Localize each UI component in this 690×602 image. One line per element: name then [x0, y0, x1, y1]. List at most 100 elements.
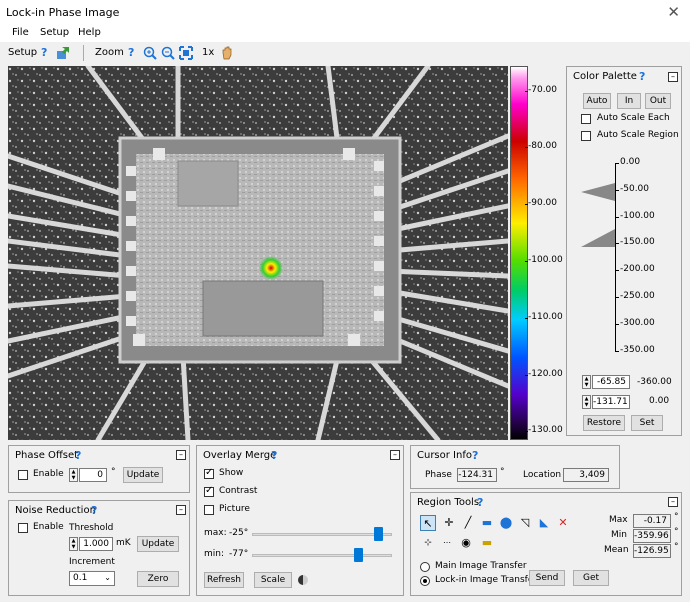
min-slider-thumb[interactable]	[354, 548, 364, 562]
region-min-label: Min	[611, 530, 627, 540]
lockin-transfer-radio[interactable]	[420, 576, 430, 586]
setup-label: Setup	[8, 47, 38, 58]
phase-offset-field[interactable]: 0	[79, 468, 107, 482]
measure-tool-icon[interactable]: ⋯	[439, 535, 455, 551]
phase-offset-enable-checkbox[interactable]	[18, 470, 28, 480]
profile-tool-icon[interactable]: ▬	[479, 535, 495, 551]
overlay-minimize-button[interactable]: –	[390, 450, 400, 460]
phase-image[interactable]	[8, 66, 508, 440]
setup-help-icon[interactable]: ?	[41, 46, 47, 59]
ellipse-tool-icon[interactable]: ⬤	[498, 515, 514, 531]
main-transfer-radio[interactable]	[420, 562, 430, 572]
location-label: Location	[523, 470, 562, 480]
transfer-icon[interactable]	[56, 46, 70, 60]
colorbar-tick: -90.00	[524, 198, 558, 208]
region-help-icon[interactable]: ?	[477, 496, 483, 509]
zero-button[interactable]: Zero	[137, 571, 179, 587]
palette-scale-tick: -300.00	[615, 318, 655, 328]
phase-offset-spinner[interactable]: ▲ ▼	[69, 468, 78, 482]
delete-region-icon[interactable]: ✕	[555, 515, 571, 531]
noise-update-button[interactable]: Update	[137, 536, 179, 552]
auto-scale-region-checkbox[interactable]	[581, 131, 591, 141]
upper-value-spinner[interactable]: ▲ ▼	[582, 375, 591, 389]
max-slider[interactable]	[252, 533, 392, 536]
line-tool-icon[interactable]: ╱	[460, 515, 476, 531]
menu-bar: File Setup Help	[0, 24, 690, 42]
upper-value-field[interactable]: -65.85	[592, 375, 630, 389]
contrast-checkbox[interactable]	[204, 485, 214, 497]
zoom-in-icon[interactable]	[143, 46, 157, 60]
lower-value-spinner[interactable]: ▲ ▼	[582, 395, 591, 409]
scale-button[interactable]: Scale	[254, 572, 292, 588]
increment-select[interactable]: 0.1 ⌄	[69, 571, 115, 586]
freehand-tool-icon[interactable]: ◣	[536, 515, 552, 531]
zoom-help-icon[interactable]: ?	[128, 46, 134, 59]
phase-value: -124.31	[457, 468, 497, 482]
show-checkbox[interactable]	[204, 467, 214, 479]
contrast-icon[interactable]	[298, 575, 308, 585]
colorbar-tick: -120.00	[525, 369, 563, 379]
send-button[interactable]: Send	[529, 570, 565, 586]
menu-help[interactable]: Help	[78, 27, 101, 38]
pointer-tool-icon[interactable]: ↖	[420, 515, 436, 531]
overlay-merge-panel: Overlay Merge ? – Show Contrast Picture …	[196, 445, 404, 596]
noise-reduction-minimize-button[interactable]: –	[176, 505, 186, 515]
scale-axis	[615, 163, 616, 351]
zoom-fit-icon[interactable]	[179, 46, 193, 60]
zoom-label: Zoom	[95, 47, 124, 58]
palette-minimize-button[interactable]: –	[668, 72, 678, 82]
phase-unit: °	[500, 467, 505, 477]
contrast-label: Contrast	[219, 486, 258, 496]
noise-enable-checkbox[interactable]	[18, 523, 28, 533]
set-button[interactable]: Set	[631, 415, 663, 431]
crosshair-region-icon[interactable]: ⊹	[420, 535, 436, 551]
phase-offset-update-button[interactable]: Update	[123, 467, 163, 483]
lower-level-handle[interactable]	[581, 229, 615, 247]
colorbar-tick: -110.00	[525, 312, 563, 322]
cursor-info-help-icon[interactable]: ?	[472, 449, 478, 462]
threshold-spinner[interactable]: ▲ ▼	[69, 537, 78, 551]
zoom-level: 1x	[202, 47, 215, 58]
rectangle-tool-icon[interactable]: ▬	[479, 515, 495, 531]
pan-hand-icon[interactable]	[221, 45, 233, 60]
refresh-button[interactable]: Refresh	[204, 572, 244, 588]
upper-level-handle[interactable]	[581, 183, 615, 201]
restore-button[interactable]: Restore	[583, 415, 625, 431]
palette-scale-tick: -250.00	[615, 291, 655, 301]
colorbar	[510, 66, 528, 440]
threshold-field[interactable]: 1.000	[79, 537, 113, 551]
zoom-out-icon[interactable]	[161, 46, 175, 60]
target-tool-icon[interactable]: ◉	[458, 535, 474, 551]
region-max-label: Max	[609, 515, 628, 525]
phase-offset-help-icon[interactable]: ?	[75, 449, 81, 462]
point-tool-icon[interactable]: ✛	[441, 515, 457, 531]
increment-value: 0.1	[73, 573, 88, 583]
palette-scale-tick: -50.00	[614, 184, 650, 194]
palette-help-icon[interactable]: ?	[639, 70, 645, 83]
color-palette-panel: Color Palette ? – Auto In Out Auto Scale…	[566, 66, 682, 436]
overlay-help-icon[interactable]: ?	[271, 449, 277, 462]
polygon-tool-icon[interactable]: ◹	[517, 515, 533, 531]
region-mean-value: -126.95	[633, 544, 671, 558]
show-label: Show	[219, 468, 244, 478]
lower-value-field[interactable]: -131.71	[592, 395, 630, 409]
in-button[interactable]: In	[617, 93, 641, 109]
min-slider[interactable]	[252, 554, 392, 557]
close-icon[interactable]: ✕	[667, 3, 680, 21]
auto-scale-each-checkbox[interactable]	[581, 114, 591, 124]
noise-reduction-help-icon[interactable]: ?	[91, 504, 97, 517]
upper-max-label: -360.00	[637, 377, 672, 387]
max-label: max:	[204, 528, 227, 538]
auto-button[interactable]: Auto	[583, 93, 611, 109]
cursor-info-panel: Cursor Info ? Phase -124.31 ° Location 3…	[410, 445, 620, 489]
phase-offset-minimize-button[interactable]: –	[176, 450, 186, 460]
out-button[interactable]: Out	[645, 93, 671, 109]
menu-file[interactable]: File	[12, 27, 29, 38]
region-minimize-button[interactable]: –	[668, 497, 678, 507]
max-slider-thumb[interactable]	[373, 527, 383, 541]
picture-checkbox[interactable]	[204, 505, 214, 515]
menu-setup[interactable]: Setup	[40, 27, 69, 38]
get-button[interactable]: Get	[573, 570, 609, 586]
phase-label: Phase	[425, 470, 452, 480]
phase-offset-title: Phase Offset	[15, 450, 79, 461]
